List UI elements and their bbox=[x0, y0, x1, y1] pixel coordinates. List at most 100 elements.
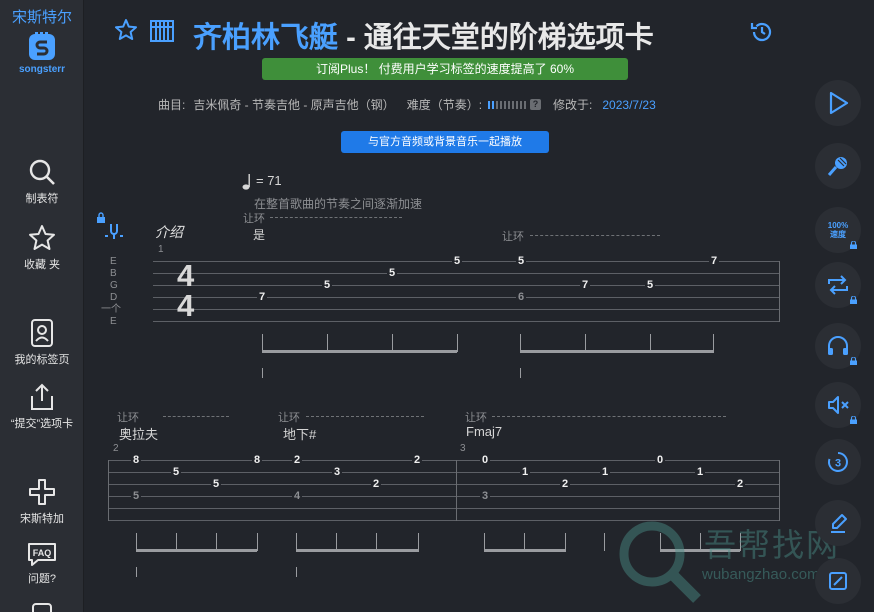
rhythm-stem bbox=[296, 567, 297, 577]
track-selector[interactable]: 吉米佩奇 - 节奏吉他 - 原声吉他（钢） bbox=[193, 96, 394, 113]
artist-link[interactable]: 齐柏林飞艇 bbox=[193, 22, 338, 54]
tab-note[interactable]: 3 bbox=[332, 467, 343, 478]
tempo-value: = 71 bbox=[256, 173, 282, 188]
sidebar-item-faq[interactable]: FAQ 问题? bbox=[0, 541, 84, 586]
song-meta: 曲目: 吉米佩奇 - 节奏吉他 - 原声吉他（钢） 难度（节奏）: ? 修改于:… bbox=[158, 96, 656, 113]
speed-value: 100% bbox=[827, 221, 849, 230]
rhythm-stem bbox=[257, 533, 258, 551]
difficulty-tick bbox=[520, 100, 523, 109]
tab-note[interactable]: 5 bbox=[322, 280, 333, 291]
sidebar-item-favorites[interactable]: 收藏 夹 bbox=[0, 223, 84, 272]
difficulty-label: 难度（节奏）: bbox=[406, 98, 483, 112]
let-ring-label: 让环 bbox=[502, 231, 524, 243]
lyric-text: 是 bbox=[253, 228, 266, 242]
rhythm-stem bbox=[565, 533, 566, 551]
tuning-label: D bbox=[110, 292, 118, 303]
sidebar-item-label: 制表符 bbox=[25, 193, 59, 205]
speed-label: 速度 bbox=[830, 230, 846, 239]
solo-button[interactable] bbox=[815, 323, 861, 369]
tab-note[interactable]: 5 bbox=[211, 479, 222, 490]
tab-note[interactable]: 7 bbox=[580, 280, 591, 291]
sidebar-item-my-tabs[interactable]: 我的标签页 bbox=[0, 318, 84, 367]
section-marker: 介绍 bbox=[155, 224, 183, 240]
tab-note[interactable]: 7 bbox=[257, 292, 268, 303]
difficulty-tick bbox=[512, 100, 515, 109]
tab-note[interactable]: 3 bbox=[480, 491, 491, 502]
tab-staff-1[interactable]: 7 5 5 5 7 5 6 5 7 bbox=[153, 256, 780, 322]
countdown-button[interactable]: 3 bbox=[815, 439, 861, 485]
difficulty-help-icon[interactable]: ? bbox=[530, 99, 542, 110]
difficulty-tick bbox=[508, 100, 511, 109]
modified-date[interactable]: 2023/7/23 bbox=[602, 98, 655, 112]
measure-number: 1 bbox=[158, 244, 164, 255]
tab-note[interactable]: 2 bbox=[412, 455, 423, 466]
tab-note[interactable]: 1 bbox=[600, 467, 611, 478]
sidebar-item-more[interactable] bbox=[0, 602, 84, 612]
edit-icon bbox=[831, 514, 847, 533]
tab-staff-2[interactable]: 8 5 5 5 8 2 3 4 2 2 0 1 2 3 1 0 1 2 bbox=[108, 455, 780, 521]
search-icon bbox=[29, 159, 55, 185]
faq-icon: FAQ bbox=[28, 543, 56, 566]
tab-note[interactable]: 1 bbox=[520, 467, 531, 478]
measure-number: 2 bbox=[113, 443, 119, 454]
tab-note[interactable]: 1 bbox=[695, 467, 706, 478]
tab-note[interactable]: 5 bbox=[171, 467, 182, 478]
tab-view-icon[interactable] bbox=[150, 20, 174, 42]
tab-note[interactable]: 5 bbox=[645, 280, 656, 291]
tab-note[interactable]: 8 bbox=[131, 455, 142, 466]
rhythm-stem bbox=[216, 533, 217, 551]
tab-note[interactable]: 5 bbox=[131, 491, 142, 502]
loop-icon bbox=[828, 275, 848, 295]
let-ring-line bbox=[306, 416, 424, 417]
sidebar-item-submit[interactable]: “提交”选项卡 bbox=[0, 382, 84, 431]
brand-wordmark: songsterr bbox=[18, 64, 66, 75]
sidebar-item-label: 我的标签页 bbox=[14, 354, 70, 366]
rhythm-stem bbox=[327, 334, 328, 352]
tab-note[interactable]: 4 bbox=[292, 491, 303, 502]
tab-note[interactable]: 7 bbox=[709, 256, 720, 267]
tab-note[interactable]: 5 bbox=[387, 268, 398, 279]
sidebar-item-label: 宋斯特加 bbox=[20, 513, 64, 525]
rhythm-stem bbox=[376, 533, 377, 551]
tab-note[interactable]: 2 bbox=[292, 455, 303, 466]
tab-note[interactable]: 8 bbox=[252, 455, 263, 466]
tab-note[interactable]: 2 bbox=[371, 479, 382, 490]
play-along-button[interactable]: 与官方音频或背景音乐一起播放 bbox=[341, 131, 549, 153]
plus-promo-banner[interactable]: 订阅Plus！ 付费用户学习标签的速度提高了 60% bbox=[262, 58, 628, 80]
history-icon[interactable] bbox=[750, 20, 774, 44]
let-ring-label: 让环 bbox=[465, 412, 487, 424]
let-ring-label: 让环 bbox=[117, 412, 139, 424]
faq-icon-text: FAQ bbox=[33, 548, 52, 558]
rhythm-beam bbox=[262, 350, 457, 353]
rhythm-stem bbox=[262, 334, 263, 352]
difficulty-tick bbox=[516, 100, 519, 109]
sidebar-item-tabs[interactable]: 制表符 bbox=[0, 157, 84, 206]
play-button[interactable] bbox=[815, 80, 861, 126]
edit-button[interactable] bbox=[815, 500, 861, 546]
brand-logo[interactable]: 宋斯特尔 songsterr bbox=[0, 6, 84, 75]
tuner-button[interactable] bbox=[815, 143, 861, 189]
tab-note[interactable]: 5 bbox=[516, 256, 527, 267]
speed-button[interactable]: 100% 速度 bbox=[815, 207, 861, 253]
tuning-label: 一个 bbox=[101, 304, 121, 315]
tab-note[interactable]: 5 bbox=[452, 256, 463, 267]
left-sidebar: 宋斯特尔 songsterr 制表符 收藏 夹 我的标签页 “提交”选项卡 宋斯… bbox=[0, 0, 84, 612]
modified-label: 修改于: bbox=[553, 98, 593, 112]
tab-note[interactable]: 2 bbox=[560, 479, 571, 490]
mute-button[interactable] bbox=[815, 382, 861, 428]
tab-note[interactable]: 0 bbox=[655, 455, 666, 466]
tab-note[interactable]: 0 bbox=[480, 455, 491, 466]
tab-note[interactable]: 6 bbox=[516, 292, 527, 303]
headphones-icon bbox=[828, 336, 848, 355]
tuning-label: E bbox=[110, 316, 117, 327]
tempo-note: 在整首歌曲的节奏之间逐渐加速 bbox=[254, 197, 423, 211]
sidebar-item-plus[interactable]: 宋斯特加 bbox=[0, 477, 84, 526]
tuning-fork-icon[interactable] bbox=[103, 222, 125, 240]
rhythm-beam bbox=[484, 549, 566, 552]
favorite-star-icon[interactable] bbox=[114, 18, 138, 42]
tab-note[interactable]: 2 bbox=[735, 479, 746, 490]
rhythm-beam bbox=[520, 350, 714, 353]
star-icon bbox=[29, 225, 55, 250]
loop-button[interactable] bbox=[815, 262, 861, 308]
print-button[interactable] bbox=[815, 558, 861, 604]
